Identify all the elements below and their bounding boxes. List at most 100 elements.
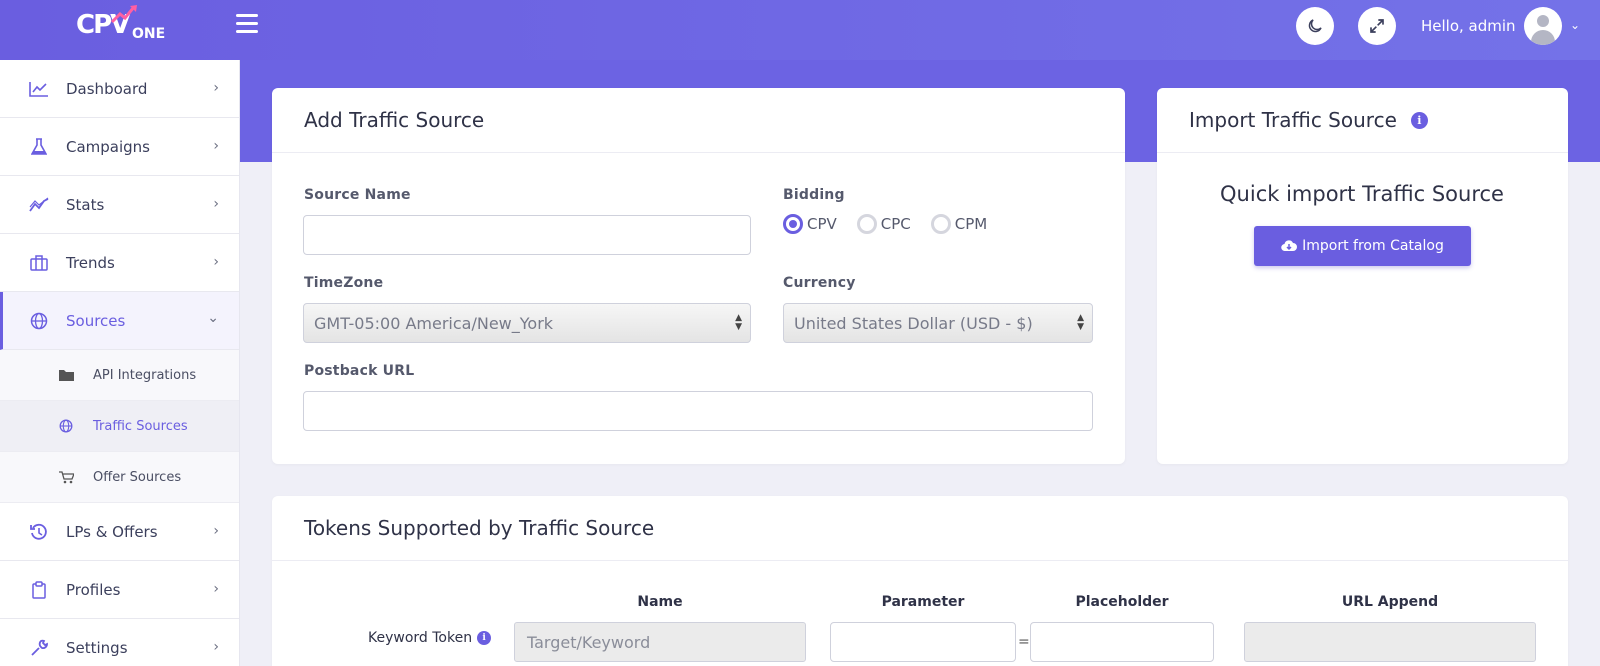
sidebar-subitem-traffic-sources[interactable]: Traffic Sources (0, 401, 239, 452)
sidebar-item-trends[interactable]: Trends › (0, 234, 239, 292)
sidebar-item-label: Dashboard (66, 79, 148, 98)
sidebar-item-stats[interactable]: Stats › (0, 176, 239, 234)
sidebar-item-sources[interactable]: Sources ⌄ (0, 292, 239, 350)
avatar[interactable] (1524, 7, 1562, 45)
sources-submenu: API Integrations Traffic Sources Offer S… (0, 350, 239, 503)
bidding-option-cpm[interactable]: CPM (930, 214, 988, 234)
import-button-label: Import from Catalog (1302, 238, 1444, 254)
dark-mode-button[interactable] (1296, 7, 1334, 45)
postback-url-input[interactable] (303, 391, 1093, 431)
card-header: Import Traffic Source i (1157, 88, 1568, 153)
column-header-placeholder: Placeholder (1075, 594, 1169, 610)
sidebar-item-label: Profiles (66, 580, 121, 599)
sidebar-subitem-offer-sources[interactable]: Offer Sources (0, 452, 239, 503)
timezone-label: TimeZone (304, 275, 384, 291)
history-icon (28, 523, 50, 541)
sidebar-item-label: Sources (66, 311, 126, 330)
expand-icon (1370, 19, 1384, 33)
timezone-select[interactable]: GMT-05:00 America/New_York ▲ ▼ (303, 303, 751, 343)
bidding-option-label: CPM (954, 215, 988, 233)
token-label-text: Keyword Token (368, 630, 473, 646)
bidding-label: Bidding (783, 187, 845, 203)
fullscreen-button[interactable] (1358, 7, 1396, 45)
globe-icon (28, 312, 50, 330)
cloud-download-icon (1281, 240, 1298, 252)
currency-value: United States Dollar (USD - $) (794, 314, 1033, 333)
card-title: Import Traffic Source (1189, 108, 1397, 132)
chevron-right-icon: › (213, 80, 219, 96)
keyword-token-label: Keyword Token i (368, 630, 492, 646)
select-arrows-icon: ▲ ▼ (1077, 313, 1084, 332)
radio-unchecked-icon[interactable] (930, 214, 951, 234)
bidding-option-label: CPV (807, 215, 837, 233)
chevron-right-icon: › (213, 254, 219, 270)
briefcase-icon (28, 254, 50, 271)
source-name-label: Source Name (304, 187, 411, 203)
bidding-radio-group: CPV CPC CPM (783, 214, 1007, 234)
chevron-right-icon: › (213, 138, 219, 154)
sidebar-item-lps-offers[interactable]: LPs & Offers › (0, 503, 239, 561)
wrench-icon (28, 639, 50, 657)
logo-subtext: ONE (132, 26, 166, 42)
select-arrows-icon: ▲ ▼ (735, 313, 742, 332)
flask-icon (28, 137, 50, 156)
column-header-name: Name (637, 594, 683, 610)
radio-unchecked-icon[interactable] (856, 214, 877, 234)
sidebar: Dashboard › Campaigns › Stats › Trends ›… (0, 60, 240, 666)
keyword-name-input[interactable]: Target/Keyword (514, 622, 806, 662)
sidebar-item-label: Settings (66, 638, 128, 657)
column-header-url-append: URL Append (1341, 594, 1439, 610)
user-greeting[interactable]: Hello, admin (1421, 17, 1516, 35)
quick-import-title: Quick import Traffic Source (1220, 182, 1504, 206)
currency-select[interactable]: United States Dollar (USD - $) ▲ ▼ (783, 303, 1093, 343)
bidding-option-cpc[interactable]: CPC (856, 214, 911, 234)
clipboard-icon (28, 580, 50, 599)
app-logo[interactable]: CPV ONE (72, 4, 166, 52)
chevron-right-icon: › (213, 523, 219, 539)
chevron-down-icon[interactable]: ⌄ (1570, 18, 1580, 32)
folder-icon (58, 369, 74, 381)
sidebar-item-label: Trends (66, 253, 115, 272)
timezone-value: GMT-05:00 America/New_York (314, 314, 554, 333)
radio-checked-icon[interactable] (783, 214, 803, 234)
tokens-card: Tokens Supported by Traffic Source Name … (272, 496, 1568, 666)
equals-separator: = (1018, 634, 1030, 650)
trend-icon (28, 197, 50, 213)
currency-label: Currency (783, 275, 856, 291)
card-title: Add Traffic Source (272, 88, 1125, 153)
cart-icon (58, 470, 74, 484)
keyword-url-append-input[interactable] (1244, 622, 1536, 662)
keyword-placeholder-input[interactable] (1030, 622, 1214, 662)
top-bar: CPV ONE Hello, admin ⌄ (0, 0, 1600, 60)
sidebar-item-profiles[interactable]: Profiles › (0, 561, 239, 619)
input-placeholder: Target/Keyword (527, 633, 651, 652)
sidebar-item-dashboard[interactable]: Dashboard › (0, 60, 239, 118)
sidebar-item-label: Campaigns (66, 137, 151, 156)
sidebar-subitem-label: API Integrations (93, 367, 197, 383)
import-from-catalog-button[interactable]: Import from Catalog (1254, 226, 1471, 266)
sidebar-subitem-label: Offer Sources (93, 469, 182, 485)
keyword-parameter-input[interactable] (830, 622, 1016, 662)
hamburger-icon[interactable] (236, 14, 258, 36)
info-icon[interactable]: i (477, 631, 492, 645)
sidebar-item-label: LPs & Offers (66, 522, 158, 541)
chevron-down-icon: ⌄ (207, 310, 219, 326)
sidebar-subitem-label: Traffic Sources (93, 418, 188, 434)
import-traffic-source-card: Import Traffic Source i Quick import Tra… (1157, 88, 1568, 464)
chevron-right-icon: › (213, 581, 219, 597)
user-icon (1537, 15, 1549, 27)
sidebar-subitem-api-integrations[interactable]: API Integrations (0, 350, 239, 401)
info-icon[interactable]: i (1410, 111, 1428, 129)
bidding-option-cpv[interactable]: CPV (783, 214, 837, 234)
sidebar-item-campaigns[interactable]: Campaigns › (0, 118, 239, 176)
sidebar-item-settings[interactable]: Settings › (0, 619, 239, 666)
add-traffic-source-card: Add Traffic Source Source Name Bidding C… (272, 88, 1125, 464)
bidding-option-label: CPC (880, 215, 911, 233)
moon-icon (1308, 19, 1322, 33)
globe-icon (58, 419, 74, 433)
postback-url-label: Postback URL (304, 363, 415, 379)
logo-arrow-icon (110, 5, 137, 24)
source-name-input[interactable] (303, 215, 751, 255)
card-title: Tokens Supported by Traffic Source (272, 496, 1568, 561)
chart-line-icon (28, 81, 50, 97)
